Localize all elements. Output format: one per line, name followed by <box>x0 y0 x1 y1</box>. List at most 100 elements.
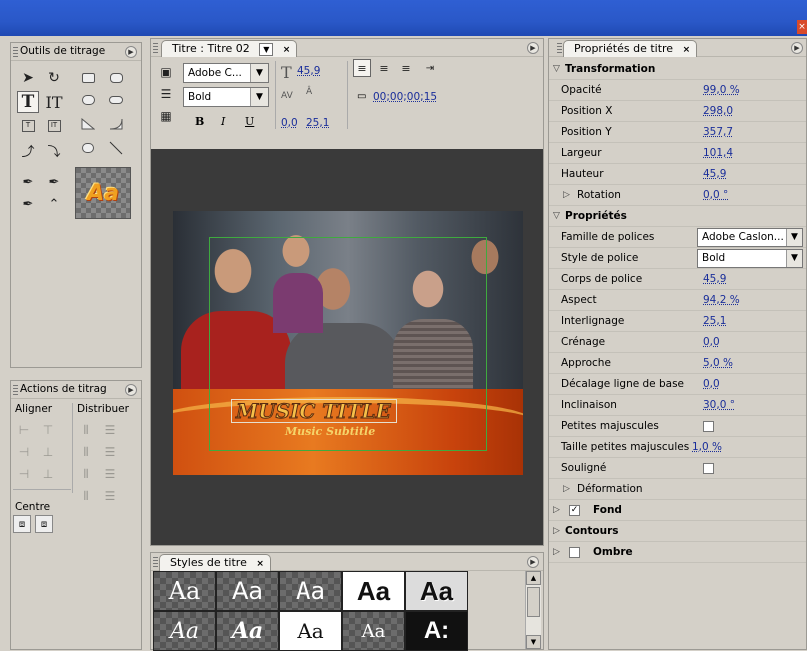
distribute-hspace-icon[interactable]: ⫴ <box>75 485 97 507</box>
ellipse-tool-icon[interactable] <box>77 89 99 111</box>
kerning-value[interactable]: 0,0 <box>281 117 298 129</box>
expand-triangle-icon[interactable]: ▽ <box>553 64 560 74</box>
panel-grip[interactable] <box>153 557 158 567</box>
wedge-tool-icon[interactable] <box>77 113 99 135</box>
close-tab-icon[interactable]: × <box>283 45 291 55</box>
expand-triangle-icon[interactable]: ▷ <box>553 526 560 536</box>
distribute-left-icon[interactable]: ⫴ <box>75 419 97 441</box>
panel-menu-button[interactable]: ▶ <box>125 46 137 58</box>
panel-grip[interactable] <box>13 47 18 57</box>
pen-tool-icon[interactable]: ✒ <box>17 171 39 193</box>
distribute-right-icon[interactable]: ⫴ <box>75 463 97 485</box>
panel-menu-button[interactable]: ▶ <box>125 384 137 396</box>
transformation-section[interactable]: ▽ Transformation <box>549 59 806 80</box>
panel-grip[interactable] <box>13 385 18 395</box>
align-left-text-button[interactable]: ≡ <box>353 59 371 77</box>
panel-menu-button[interactable]: ▶ <box>527 42 539 54</box>
scroll-up-icon[interactable]: ▲ <box>526 571 541 585</box>
close-window-button[interactable]: × <box>797 20 807 34</box>
timecode-value[interactable]: 00;00;00;15 <box>373 91 437 103</box>
aspect-value[interactable]: 94,2 % <box>703 294 740 306</box>
vertical-path-type-tool-icon[interactable]: ⤵ <box>43 139 65 161</box>
area-type-tool-icon[interactable]: T <box>17 115 39 137</box>
fill-section[interactable]: ▷ ✓ Fond <box>549 500 806 521</box>
tracking-value[interactable]: 5,0 % <box>703 357 733 369</box>
rounded-corner-tool-icon[interactable] <box>105 89 127 111</box>
position-y-value[interactable]: 357,7 <box>703 126 733 138</box>
distribute-top-icon[interactable]: ☰ <box>99 419 121 441</box>
underline-button[interactable]: U <box>245 115 254 128</box>
style-swatch[interactable]: Aa <box>342 611 405 651</box>
vertical-type-tool-icon[interactable]: IT <box>43 91 65 113</box>
tab-stops-icon[interactable]: ☰ <box>155 83 177 105</box>
panel-grip[interactable] <box>153 43 158 53</box>
fill-checkbox[interactable]: ✓ <box>569 505 580 516</box>
arc-tool-icon[interactable] <box>105 113 127 135</box>
leading-value[interactable]: 25,1 <box>306 117 329 129</box>
underline-checkbox[interactable] <box>703 463 714 474</box>
align-top-icon[interactable]: ⊤ <box>37 419 59 441</box>
close-tab-icon[interactable]: × <box>256 559 264 569</box>
font-style-dropdown[interactable]: Bold ▼ <box>183 87 269 107</box>
style-swatch[interactable]: Aa <box>153 611 216 651</box>
scroll-down-icon[interactable]: ▼ <box>526 635 541 649</box>
align-right-icon[interactable]: ⊣ <box>13 463 35 485</box>
rotation-tool-icon[interactable]: ↻ <box>43 67 65 89</box>
bold-button[interactable]: B <box>195 115 204 128</box>
small-caps-size-value[interactable]: 1,0 % <box>692 441 722 453</box>
style-swatch[interactable]: Aa <box>279 611 342 651</box>
distort-row[interactable]: ▷ Déformation <box>549 479 806 500</box>
expand-triangle-icon[interactable]: ▷ <box>553 547 560 557</box>
path-type-tool-icon[interactable]: ⤴ <box>17 139 39 161</box>
selection-tool-icon[interactable]: ➤ <box>17 67 39 89</box>
vertical-area-type-tool-icon[interactable]: IT <box>43 115 65 137</box>
style-swatch[interactable]: Aa <box>153 571 216 611</box>
italic-button[interactable]: I <box>221 115 225 128</box>
scroll-thumb[interactable] <box>527 587 540 617</box>
expand-triangle-icon[interactable]: ▷ <box>563 484 570 494</box>
center-vertical-icon[interactable]: ⧈ <box>35 515 53 533</box>
align-right-text-button[interactable]: ≡ <box>397 59 415 77</box>
convert-anchor-point-tool-icon[interactable]: ⌃ <box>43 193 65 215</box>
shadow-checkbox[interactable] <box>569 547 580 558</box>
font-size-value[interactable]: 45,9 <box>297 65 320 77</box>
style-swatch[interactable]: Aa <box>405 571 468 611</box>
templates-icon[interactable]: ▦ <box>155 105 177 127</box>
music-title-text-box[interactable]: MUSIC TITLE <box>231 399 397 424</box>
leading-value[interactable]: 25,1 <box>703 315 726 327</box>
distribute-vspace-icon[interactable]: ☰ <box>99 485 121 507</box>
font-family-dropdown[interactable]: Adobe Caslon... ▼ <box>697 228 803 247</box>
styles-scrollbar[interactable]: ▲ ▼ <box>525 571 541 649</box>
distribute-vcenter-icon[interactable]: ☰ <box>99 441 121 463</box>
slant-value[interactable]: 30,0 ° <box>703 399 735 411</box>
new-title-icon[interactable]: ▣ <box>155 61 177 83</box>
shadow-section[interactable]: ▷ Ombre <box>549 542 806 563</box>
align-center-text-button[interactable]: ≡ <box>375 59 393 77</box>
style-swatch[interactable]: Aa <box>279 571 342 611</box>
type-tool-icon[interactable]: T <box>17 91 39 113</box>
font-size-value[interactable]: 45,9 <box>703 273 726 285</box>
panel-menu-button[interactable]: ▶ <box>791 42 803 54</box>
center-horizontal-icon[interactable]: ⧈ <box>13 515 31 533</box>
properties-section[interactable]: ▽ Propriétés <box>549 206 806 227</box>
height-value[interactable]: 45,9 <box>703 168 726 180</box>
rectangle-tool-icon[interactable] <box>77 67 99 89</box>
align-bottom-icon[interactable]: ⊥ <box>37 463 59 485</box>
expand-triangle-icon[interactable]: ▷ <box>563 190 570 200</box>
align-vcenter-icon[interactable]: ⊥ <box>37 441 59 463</box>
tab-stops-button[interactable]: ⇥ <box>421 59 439 77</box>
add-anchor-point-tool-icon[interactable]: ✒ <box>17 193 39 215</box>
expand-triangle-icon[interactable]: ▽ <box>553 211 560 221</box>
styles-tab[interactable]: Styles de titre × <box>159 554 271 571</box>
style-swatch[interactable]: A: <box>405 611 468 651</box>
style-swatch[interactable]: Aa <box>216 571 279 611</box>
font-family-dropdown[interactable]: Adobe C... ▼ <box>183 63 269 83</box>
font-style-dropdown[interactable]: Bold ▼ <box>697 249 803 268</box>
music-subtitle-text[interactable]: Music Subtitle <box>285 425 375 438</box>
opacity-value[interactable]: 99,0 % <box>703 84 740 96</box>
distribute-bottom-icon[interactable]: ☰ <box>99 463 121 485</box>
rotation-value[interactable]: 0,0 ° <box>703 189 728 201</box>
panel-menu-button[interactable]: ▶ <box>527 556 539 568</box>
baseline-shift-value[interactable]: 0,0 <box>703 378 720 390</box>
distribute-hcenter-icon[interactable]: ⫴ <box>75 441 97 463</box>
